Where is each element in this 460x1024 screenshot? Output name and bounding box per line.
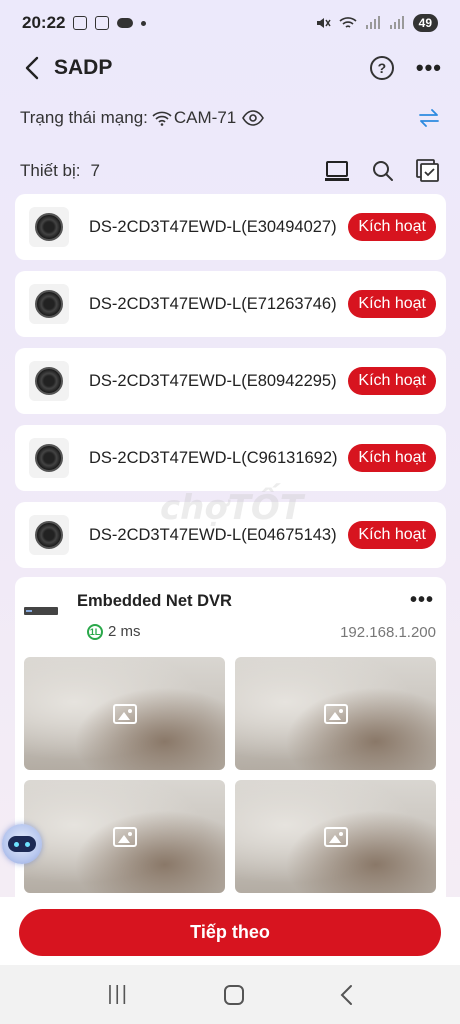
device-name: DS-2CD3T47EWD-L(E80942295) — [89, 372, 337, 390]
wifi-status-icon — [339, 17, 357, 28]
home-icon[interactable] — [223, 984, 244, 1005]
device-tools — [324, 159, 440, 183]
nav-back-icon[interactable] — [339, 984, 353, 1006]
channel-preview[interactable] — [24, 657, 225, 770]
image-placeholder-icon — [112, 703, 137, 724]
dvr-card[interactable]: Embedded Net DVR ••• 1L 2 ms 192.168.1.2… — [15, 577, 446, 917]
image-placeholder-icon — [323, 826, 348, 847]
cloud-icon — [117, 18, 134, 28]
activate-button[interactable]: Kích hoạt — [348, 444, 436, 472]
camera-icon — [29, 207, 69, 247]
back-button[interactable] — [18, 53, 46, 83]
battery-indicator: 49 — [412, 14, 438, 32]
app-header: SADP ? ••• — [0, 46, 460, 90]
next-button[interactable]: Tiếp theo — [19, 909, 441, 956]
activate-button[interactable]: Kích hoạt — [348, 213, 436, 241]
activate-button[interactable]: Kích hoạt — [348, 521, 436, 549]
channel-preview[interactable] — [24, 780, 225, 893]
network-name: CAM-71 — [173, 108, 237, 127]
notification-dot-icon — [141, 20, 147, 26]
camera-icon — [29, 515, 69, 555]
channel-preview[interactable] — [235, 657, 436, 770]
page-title: SADP — [54, 56, 113, 79]
device-summary-row: Thiết bị: 7 — [20, 156, 440, 186]
back-arrow-icon — [25, 56, 39, 80]
device-name: DS-2CD3T47EWD-L(E04675143) — [89, 526, 337, 544]
channel-preview[interactable] — [235, 780, 436, 893]
image-placeholder-icon — [112, 826, 137, 847]
device-name: DS-2CD3T47EWD-L(E30494027) — [89, 218, 337, 236]
select-all-icon[interactable] — [416, 159, 440, 183]
status-time: 20:22 — [22, 13, 66, 32]
dvr-latency: 1L 2 ms — [87, 623, 141, 640]
wifi-icon — [152, 111, 172, 126]
search-icon[interactable] — [372, 160, 394, 182]
recent-apps-icon[interactable]: ||| — [107, 983, 129, 1006]
assistant-robot-icon[interactable] — [2, 824, 42, 864]
network-label: Trạng thái mạng: — [20, 108, 148, 127]
dvr-ip: 192.168.1.200 — [340, 624, 436, 641]
status-left: 20:22 — [22, 13, 147, 33]
device-name: DS-2CD3T47EWD-L(C96131692) — [89, 449, 338, 467]
device-count-label: Thiết bị: — [20, 161, 81, 180]
status-right: 49 — [315, 14, 438, 32]
header-actions: ? ••• — [369, 56, 442, 80]
device-name: DS-2CD3T47EWD-L(E71263746) — [89, 295, 337, 313]
device-list: DS-2CD3T47EWD-L(E30494027) Kích hoạt DS-… — [15, 194, 446, 579]
preview-grid — [24, 657, 437, 893]
more-button[interactable]: ••• — [416, 57, 442, 79]
screenshot-icon — [73, 16, 88, 30]
device-card[interactable]: DS-2CD3T47EWD-L(E30494027) Kích hoạt — [15, 194, 446, 260]
mute-icon — [316, 18, 331, 28]
network-status: Trạng thái mạng: CAM-71 — [20, 104, 440, 132]
activate-button[interactable]: Kích hoạt — [348, 367, 436, 395]
signal-2-icon — [389, 16, 404, 29]
status-bar: 20:22 49 — [0, 0, 460, 46]
device-count: 7 — [90, 161, 100, 180]
dvr-icon — [24, 607, 58, 615]
shop-icon — [95, 16, 110, 30]
camera-icon — [29, 438, 69, 478]
help-button[interactable]: ? — [369, 56, 394, 80]
activate-button[interactable]: Kích hoạt — [348, 290, 436, 318]
switch-arrows-icon[interactable] — [418, 109, 440, 127]
latency-value: 2 ms — [108, 623, 141, 640]
latency-icon: 1L — [87, 623, 103, 640]
image-placeholder-icon — [323, 703, 348, 724]
device-card[interactable]: DS-2CD3T47EWD-L(E80942295) Kích hoạt — [15, 348, 446, 414]
signal-icon — [365, 16, 380, 29]
bottom-bar: Tiếp theo — [0, 897, 460, 965]
device-card[interactable]: DS-2CD3T47EWD-L(E04675143) Kích hoạt — [15, 502, 446, 568]
device-card[interactable]: DS-2CD3T47EWD-L(C96131692) Kích hoạt — [15, 425, 446, 491]
dvr-title: Embedded Net DVR — [77, 592, 232, 610]
camera-icon — [29, 361, 69, 401]
eye-icon[interactable] — [242, 110, 265, 126]
laptop-icon[interactable] — [324, 160, 350, 182]
system-nav-bar: ||| — [0, 965, 460, 1024]
camera-icon — [29, 284, 69, 324]
dvr-more-button[interactable]: ••• — [410, 589, 434, 612]
device-card[interactable]: DS-2CD3T47EWD-L(E71263746) Kích hoạt — [15, 271, 446, 337]
